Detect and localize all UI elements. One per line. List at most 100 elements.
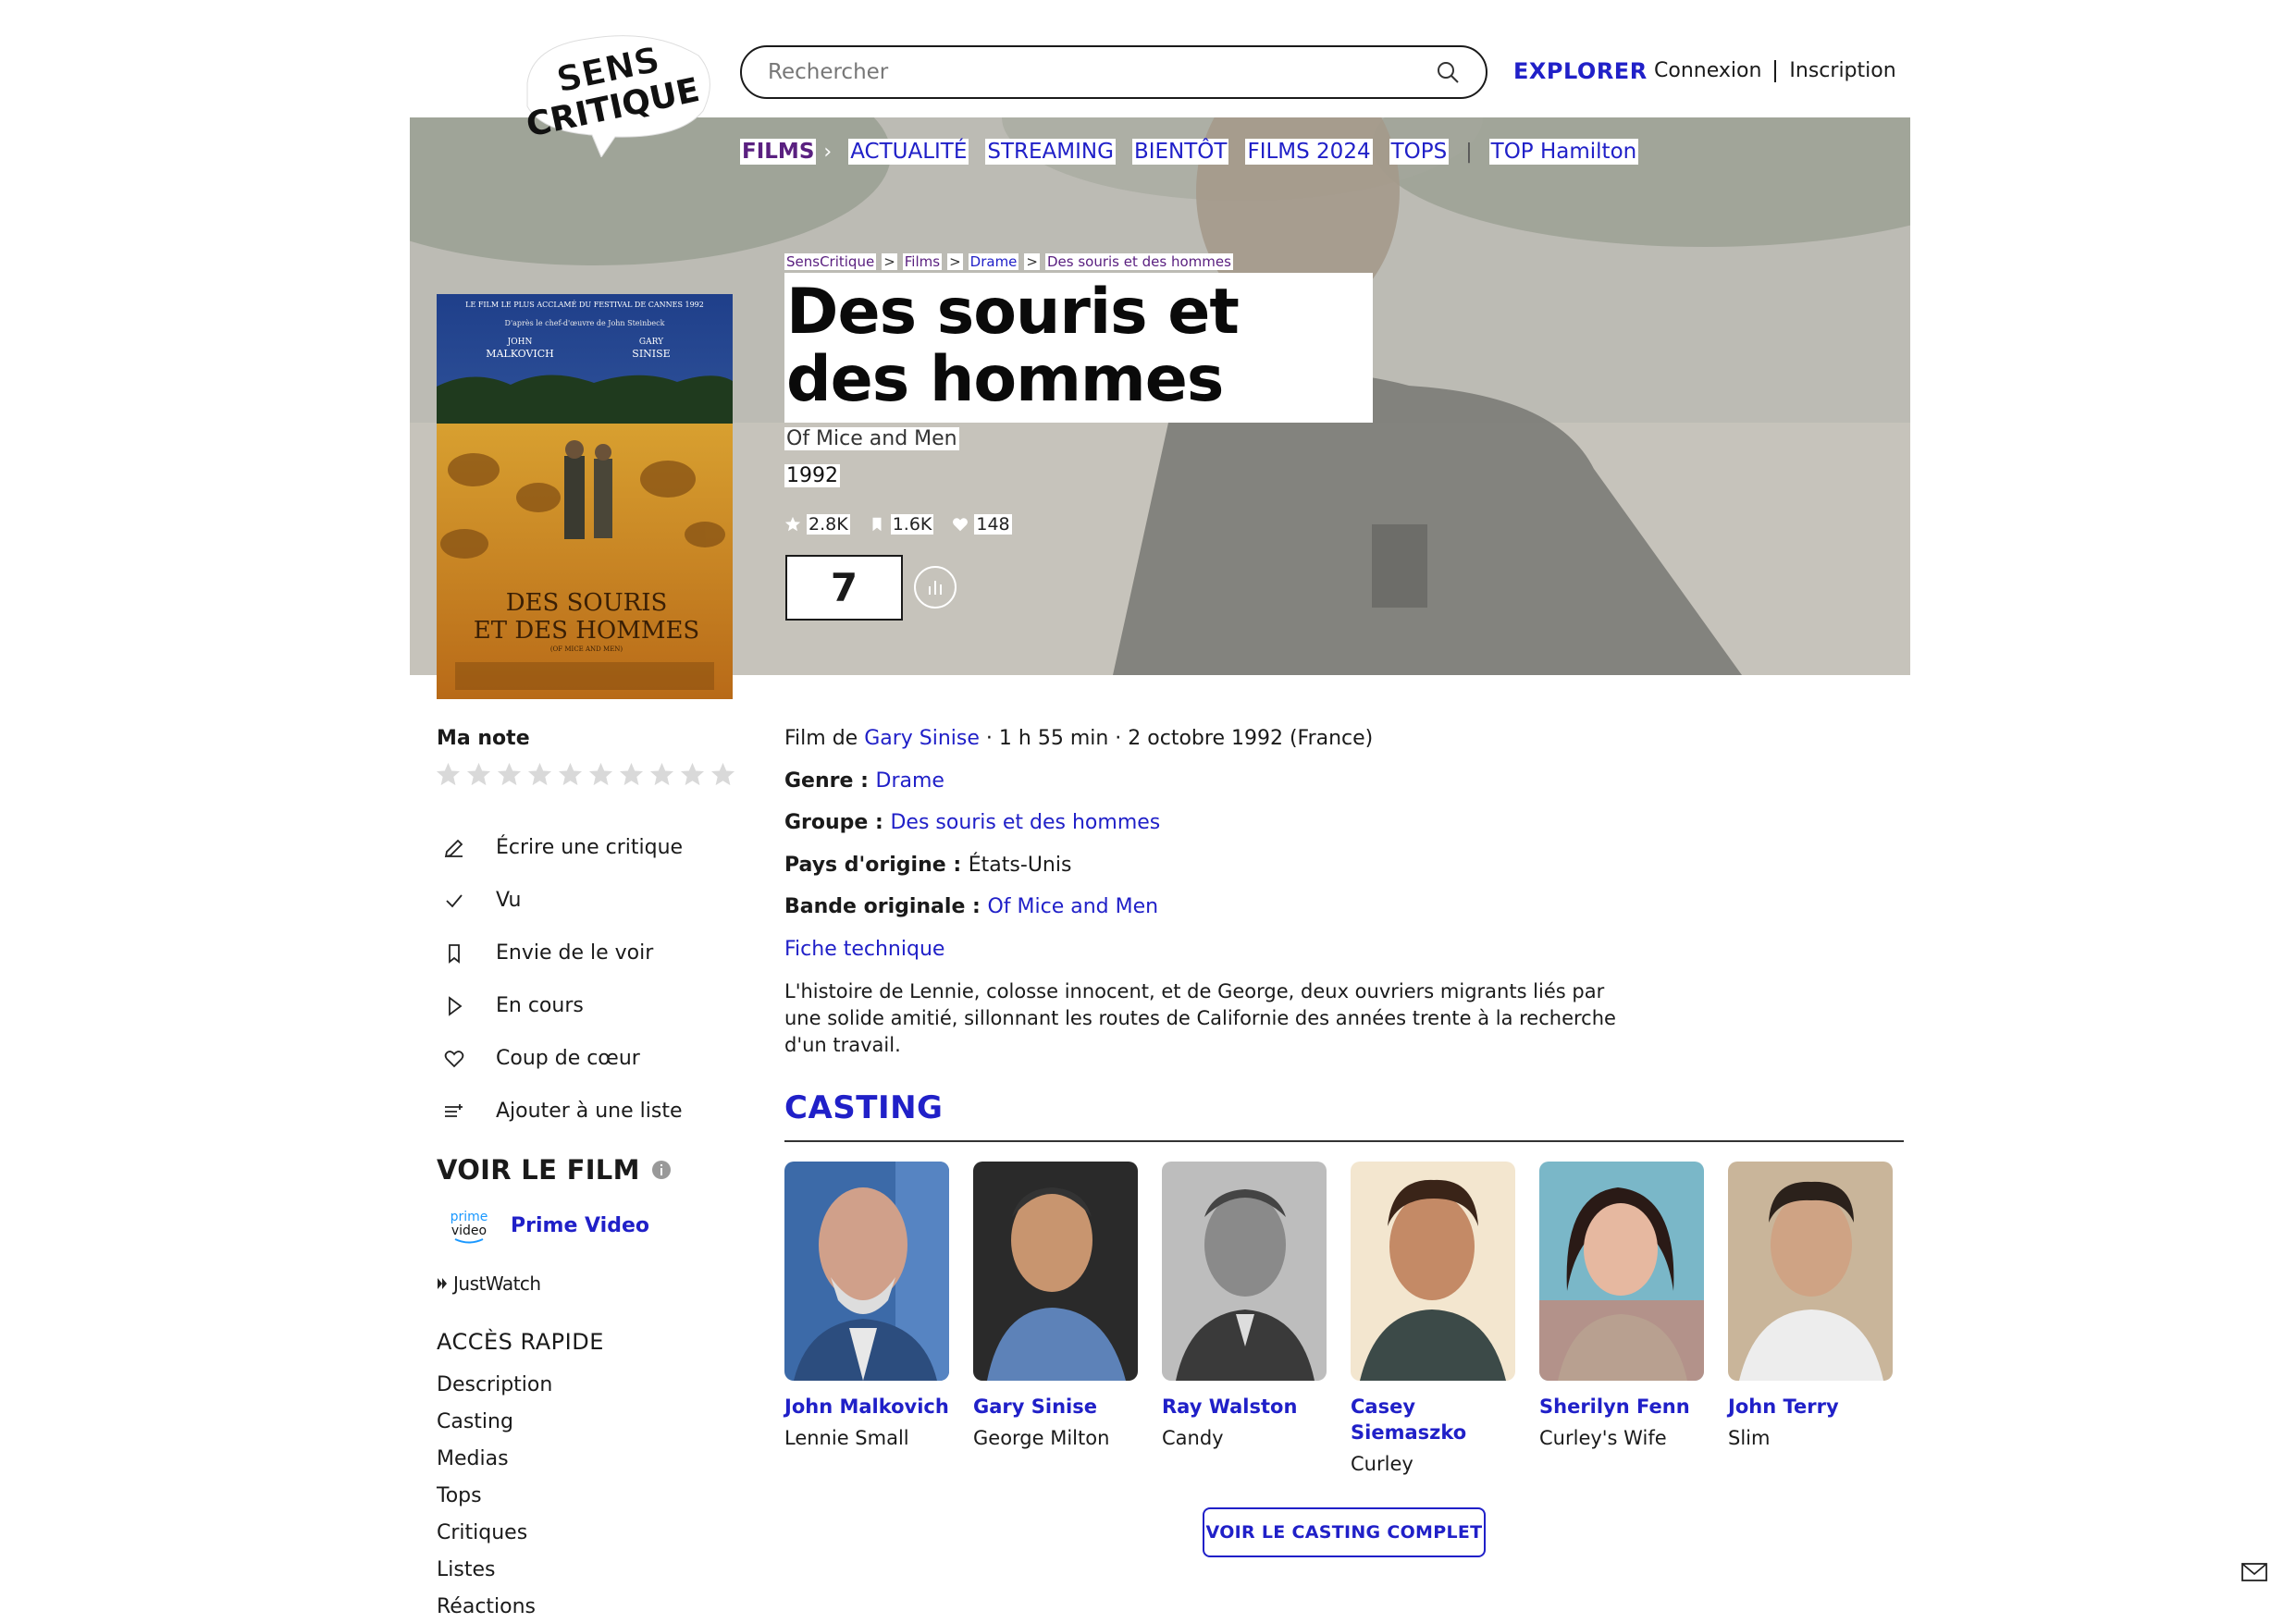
quick-link-tops[interactable]: Tops [437, 1482, 552, 1518]
check-icon [446, 893, 463, 907]
rating-star-icon[interactable] [587, 761, 614, 788]
provider-name[interactable]: Prime Video [511, 1214, 649, 1237]
synopsis: L'histoire de Lennie, colosse innocent, … [784, 980, 1616, 1056]
watch-title-text: VOIR LE FILM [437, 1154, 640, 1186]
role-name: Candy [1162, 1427, 1224, 1449]
my-rating-stars[interactable] [435, 761, 736, 788]
cast-member[interactable]: Ray Walston Candy [1162, 1162, 1327, 1477]
group-link[interactable]: Des souris et des hommes [890, 811, 1160, 834]
breadcrumb-films[interactable]: Films [902, 253, 943, 270]
wishlist-stat: 1.6K [869, 514, 934, 535]
nav-films-2024[interactable]: FILMS 2024 [1245, 139, 1373, 165]
quick-link-critiques[interactable]: Critiques [437, 1518, 552, 1555]
search-bar[interactable] [740, 45, 1487, 99]
search-input[interactable] [768, 60, 1436, 84]
list-add-icon [445, 1103, 463, 1117]
login-link[interactable]: Connexion [1654, 59, 1761, 82]
actor-photo[interactable] [1351, 1162, 1515, 1381]
rating-distribution-button[interactable] [914, 566, 957, 609]
ratings-count: 2.8K [807, 514, 850, 535]
rating-star-icon[interactable] [465, 761, 492, 788]
country-row: Pays d'origine : États-Unis [784, 852, 1617, 894]
genre-link[interactable]: Drame [876, 769, 944, 793]
breadcrumb-senscritique[interactable]: SensCritique [784, 253, 877, 270]
action-list: Écrire une critique Vu Envie de le voir … [442, 821, 683, 1137]
actor-name[interactable]: Ray Walston [1162, 1394, 1327, 1420]
nav-divider: | [1465, 140, 1473, 164]
rating-star-icon[interactable] [496, 761, 523, 788]
quick-link-medias[interactable]: Medias [437, 1445, 552, 1482]
actor-name[interactable]: John Terry [1728, 1394, 1893, 1420]
svg-text:prime: prime [451, 1210, 488, 1224]
movie-poster[interactable]: LE FILM LE PLUS ACCLAMÉ DU FESTIVAL DE C… [437, 294, 733, 699]
nav-bientot[interactable]: BIENTÔT [1131, 139, 1229, 165]
info-icon[interactable] [651, 1160, 672, 1180]
write-review-action[interactable]: Écrire une critique [442, 821, 683, 874]
breadcrumb-drame[interactable]: Drame [968, 253, 1019, 270]
chevron-right-icon: › [823, 140, 833, 164]
actor-name[interactable]: John Malkovich [784, 1394, 949, 1420]
nav-tops[interactable]: TOPS [1389, 139, 1450, 165]
search-icon[interactable] [1436, 60, 1460, 84]
mail-icon[interactable] [2240, 1561, 2268, 1583]
cast-member[interactable]: Casey Siemaszko Curley [1351, 1162, 1515, 1477]
actor-photo[interactable] [784, 1162, 949, 1381]
cast-member[interactable]: Gary Sinise George Milton [973, 1162, 1138, 1477]
prime-video-provider[interactable]: prime video Prime Video [448, 1204, 649, 1247]
action-label: Ajouter à une liste [496, 1100, 683, 1123]
category-nav: FILMS › ACTUALITÉ STREAMING BIENTÔT FILM… [740, 139, 1639, 165]
rating-star-icon[interactable] [710, 761, 736, 788]
explorer-link[interactable]: EXPLORER [1513, 58, 1648, 84]
wishlist-action[interactable]: Envie de le voir [442, 927, 683, 979]
nav-films[interactable]: FILMS [740, 139, 817, 165]
ratings-stat: 2.8K [784, 514, 850, 535]
release-year: 1992 [784, 464, 840, 487]
genre-label: Genre : [784, 768, 876, 793]
movie-stats: 2.8K 1.6K 148 [784, 514, 1012, 535]
justwatch-link[interactable]: JustWatch [437, 1273, 541, 1295]
rating-star-icon[interactable] [526, 761, 553, 788]
add-to-list-action[interactable]: Ajouter à une liste [442, 1085, 683, 1137]
nav-actualite[interactable]: ACTUALITÉ [848, 139, 969, 165]
rating-star-icon[interactable] [435, 761, 462, 788]
nav-streaming[interactable]: STREAMING [985, 139, 1116, 165]
rating-star-icon[interactable] [648, 761, 675, 788]
svg-text:(OF MICE AND MEN): (OF MICE AND MEN) [550, 646, 623, 653]
soundtrack-link[interactable]: Of Mice and Men [987, 895, 1158, 918]
auth-links: Connexion Inscription [1654, 59, 1896, 82]
full-cast-button[interactable]: VOIR LE CASTING COMPLET [1203, 1507, 1486, 1557]
rating-star-icon[interactable] [557, 761, 584, 788]
svg-text:ET DES HOMMES: ET DES HOMMES [474, 617, 700, 645]
breadcrumb-current[interactable]: Des souris et des hommes [1044, 253, 1233, 270]
quick-link-listes[interactable]: Listes [437, 1555, 552, 1592]
quick-link-reactions[interactable]: Réactions [437, 1592, 552, 1623]
actor-photo[interactable] [973, 1162, 1138, 1381]
actor-name[interactable]: Gary Sinise [973, 1394, 1138, 1420]
actor-name[interactable]: Sherilyn Fenn [1539, 1394, 1704, 1420]
cast-member[interactable]: John Malkovich Lennie Small [784, 1162, 949, 1477]
quick-link-description[interactable]: Description [437, 1371, 552, 1408]
cast-member[interactable]: Sherilyn Fenn Curley's Wife [1539, 1162, 1704, 1477]
cast-member[interactable]: John Terry Slim [1728, 1162, 1893, 1477]
actor-photo[interactable] [1162, 1162, 1327, 1381]
group-label: Groupe : [784, 811, 891, 834]
actor-photo[interactable] [1728, 1162, 1893, 1381]
actor-name[interactable]: Casey Siemaszko [1351, 1394, 1515, 1445]
seen-action[interactable]: Vu [442, 874, 683, 927]
rating-star-icon[interactable] [679, 761, 706, 788]
group-row: Groupe : Des souris et des hommes [784, 809, 1617, 852]
actor-photo[interactable] [1539, 1162, 1704, 1381]
breadcrumb-separator: > [947, 253, 963, 270]
country-label: Pays d'origine : [784, 853, 969, 877]
rating-star-icon[interactable] [618, 761, 645, 788]
in-progress-action[interactable]: En cours [442, 979, 683, 1032]
role-name: Curley's Wife [1539, 1427, 1667, 1449]
nav-top-hamilton[interactable]: TOP Hamilton [1488, 139, 1639, 165]
quick-link-casting[interactable]: Casting [437, 1408, 552, 1445]
tech-sheet-row: Fiche technique [784, 936, 1617, 978]
senscritique-logo[interactable]: SENS CRITIQUE [513, 28, 717, 157]
tech-sheet-link[interactable]: Fiche technique [784, 938, 944, 961]
signup-link[interactable]: Inscription [1789, 59, 1895, 82]
director-link[interactable]: Gary Sinise [864, 727, 980, 750]
favorite-action[interactable]: Coup de cœur [442, 1032, 683, 1085]
